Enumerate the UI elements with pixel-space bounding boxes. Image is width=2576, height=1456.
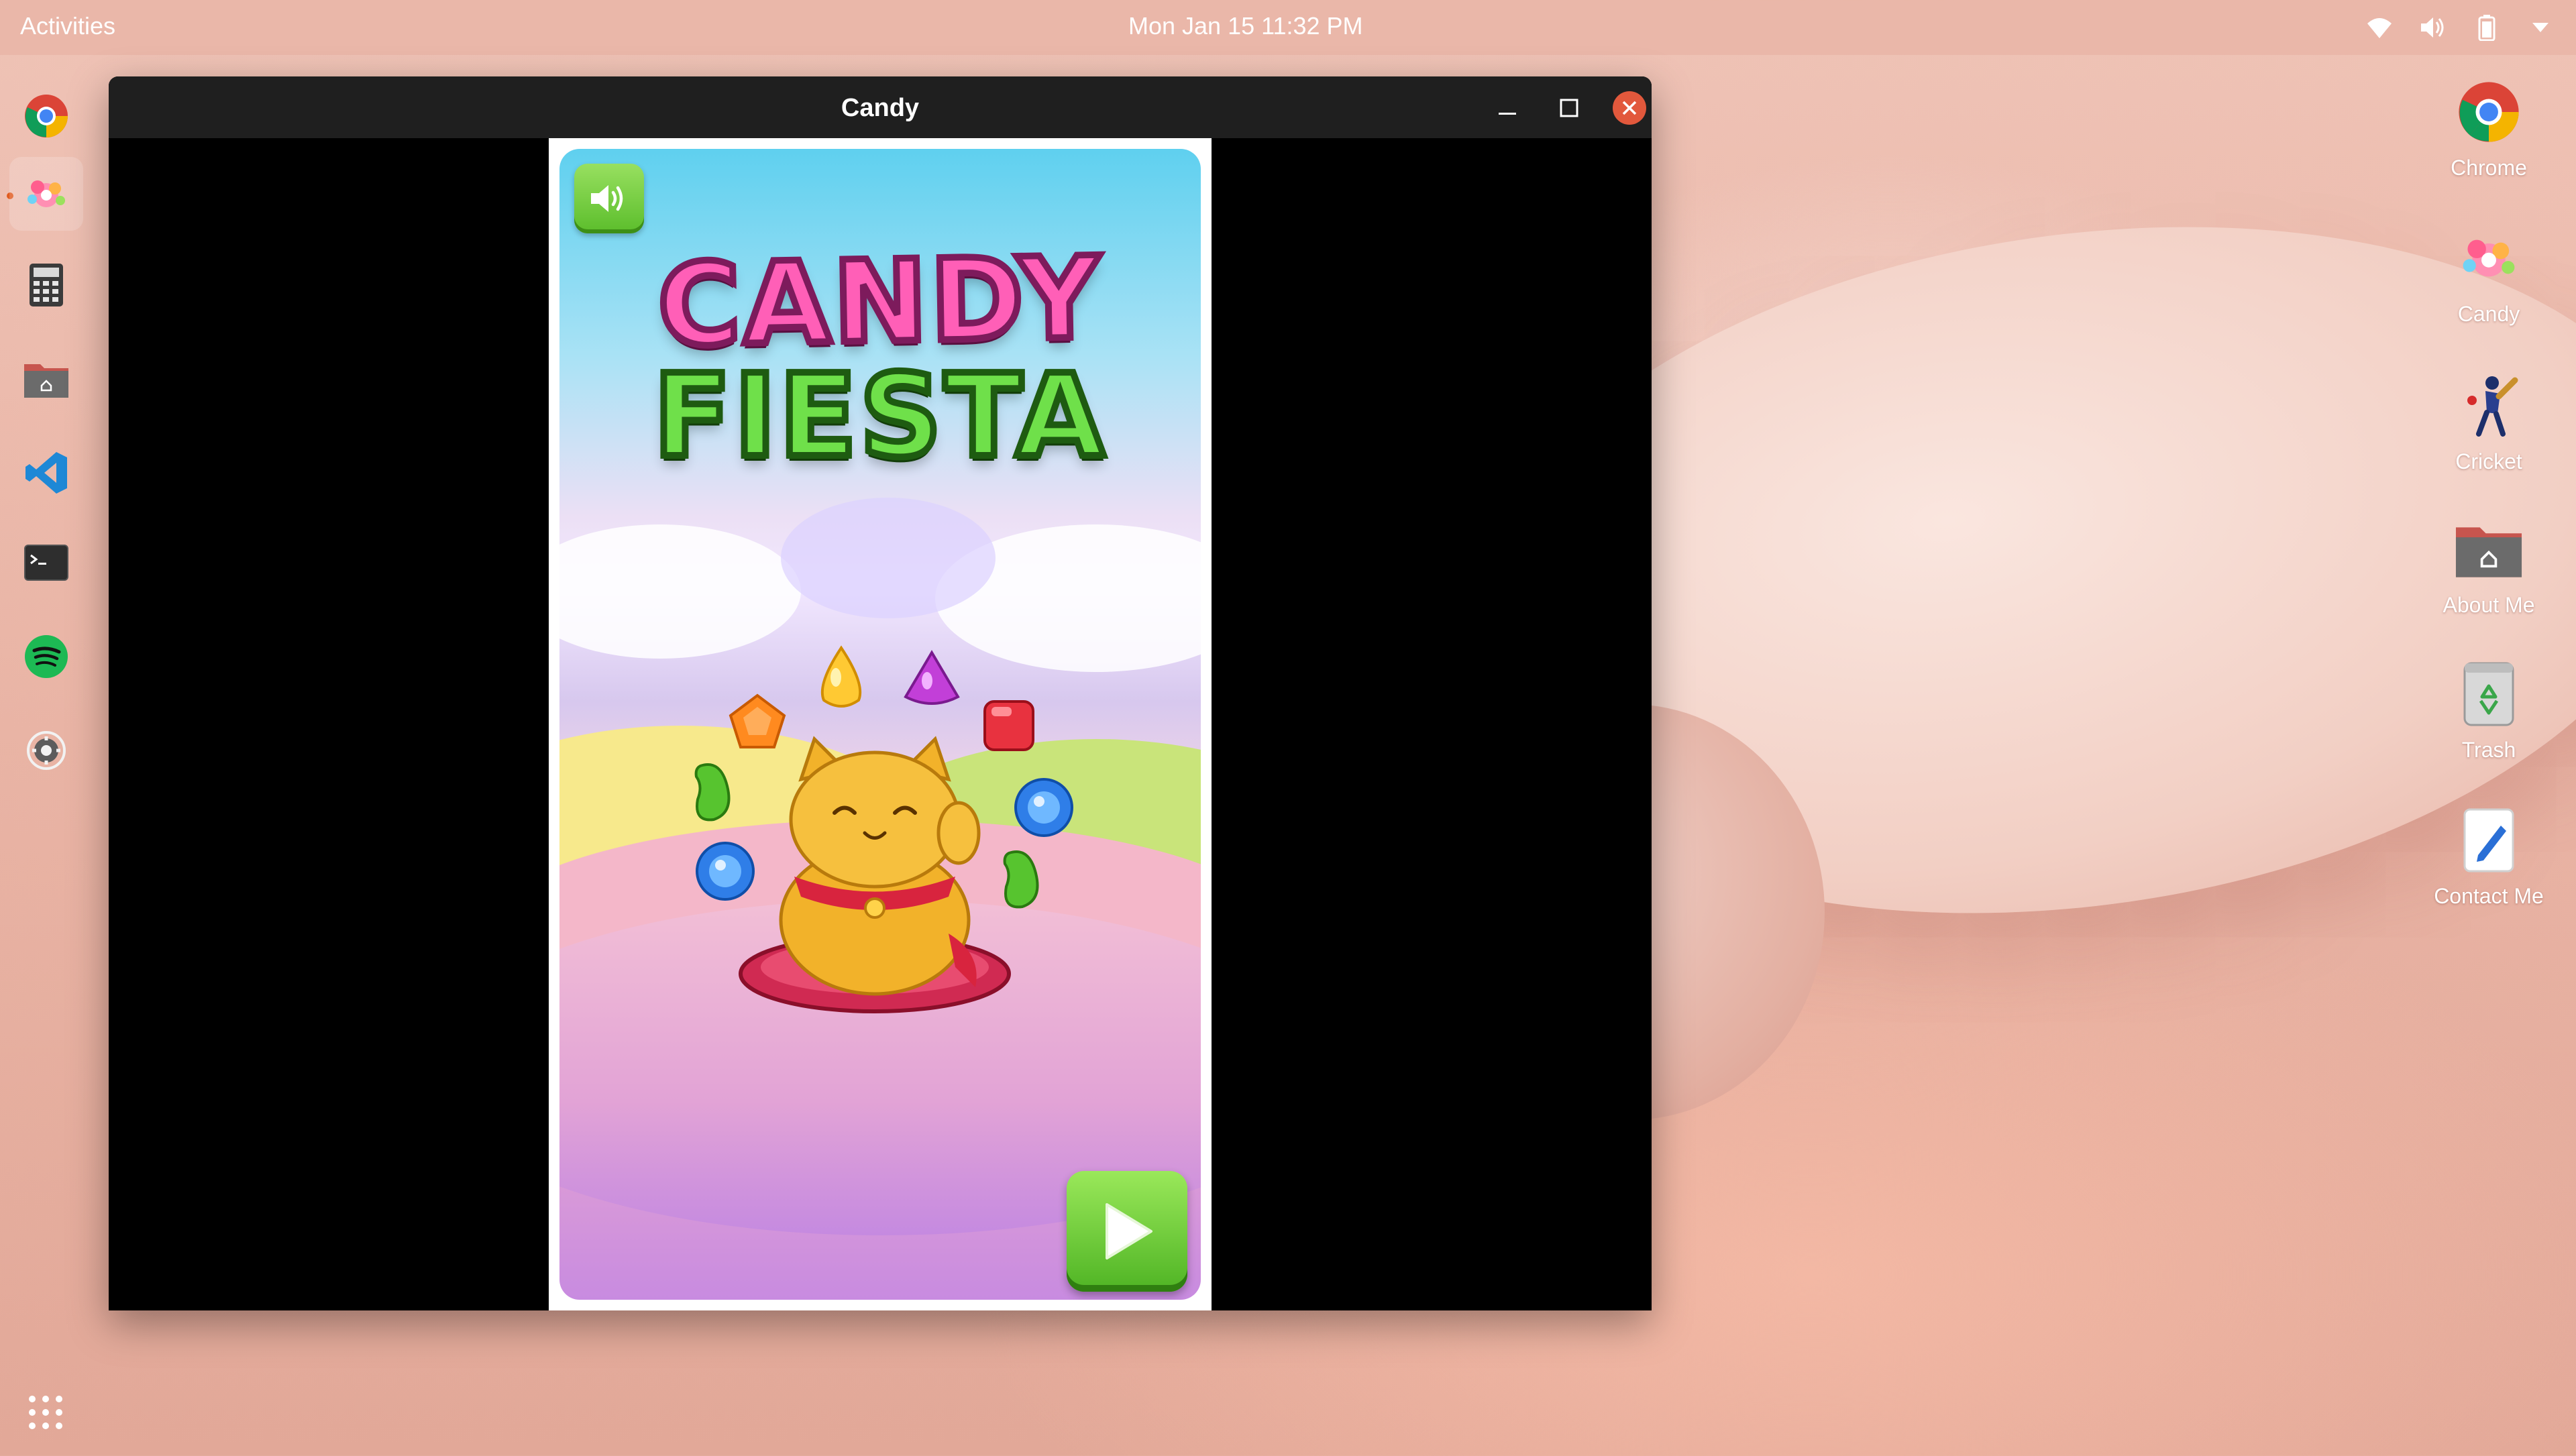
dock-terminal[interactable] [9, 526, 83, 600]
apps-grid-icon [29, 1396, 62, 1429]
window-title: Candy [841, 94, 920, 122]
cloud [559, 524, 801, 659]
chrome-icon [2459, 82, 2519, 142]
speaker-icon [591, 185, 623, 212]
cloud [781, 498, 996, 618]
close-button[interactable] [1613, 91, 1646, 125]
desktop-icon-label: Chrome [2451, 156, 2527, 180]
clock[interactable]: Mon Jan 15 11:32 PM [1128, 12, 1363, 40]
terminal-icon [24, 545, 68, 581]
text-editor-icon [2463, 808, 2514, 873]
yellow-candy-icon [820, 645, 862, 708]
activities-button[interactable]: Activities [20, 12, 115, 40]
desktop-icon-contact-me[interactable]: Contact Me [2428, 803, 2549, 909]
desktop-icon-label: Cricket [2455, 449, 2522, 473]
dock-vscode[interactable] [9, 436, 83, 510]
maximize-button[interactable] [1552, 91, 1586, 125]
home-folder-icon [24, 364, 68, 398]
spotify-icon [25, 635, 68, 678]
window-titlebar[interactable]: Candy [109, 76, 1652, 138]
top-bar: Activities Mon Jan 15 11:32 PM [0, 0, 2576, 55]
chevron-down-icon[interactable] [2525, 12, 2556, 43]
play-icon [1106, 1203, 1152, 1259]
vscode-icon [25, 452, 67, 494]
chrome-icon [25, 95, 68, 137]
trash-icon [2463, 662, 2514, 726]
minimize-button[interactable] [1491, 91, 1524, 125]
desktop-icon-cricket[interactable]: Cricket [2428, 369, 2549, 474]
game-canvas[interactable]: CANDY FIESTA [559, 149, 1201, 1300]
close-icon [1622, 101, 1637, 115]
logo-fiesta-text: FIESTA [650, 347, 1108, 486]
candy-icon [2463, 239, 2515, 277]
desktop-icon-label: About Me [2443, 593, 2535, 617]
desktop-icon-trash[interactable]: Trash [2428, 657, 2549, 763]
minimize-icon [1499, 113, 1516, 115]
wifi-icon[interactable] [2364, 12, 2395, 43]
dock-files[interactable] [9, 342, 83, 416]
battery-icon[interactable] [2471, 12, 2502, 43]
desktop-icon-label: Candy [2457, 302, 2520, 326]
sound-toggle-button[interactable] [574, 164, 644, 233]
show-applications-button[interactable] [25, 1392, 66, 1433]
desktop-icon-about-me[interactable]: About Me [2428, 512, 2549, 618]
candy-window: Candy CANDY FIESTA [109, 76, 1652, 1310]
dock-candy[interactable] [9, 157, 83, 231]
volume-icon[interactable] [2418, 12, 2449, 43]
dock-spotify[interactable] [9, 620, 83, 693]
dock-chrome[interactable] [9, 79, 83, 153]
game-frame: CANDY FIESTA [549, 138, 1212, 1310]
system-tray[interactable] [2364, 12, 2556, 43]
desktop-icon-label: Contact Me [2434, 884, 2544, 908]
desktop-icon-label: Trash [2461, 738, 2516, 762]
cricket-icon [2467, 376, 2518, 437]
dock [0, 55, 93, 1456]
dock-calculator[interactable] [9, 248, 83, 322]
candy-icon [28, 180, 65, 207]
home-folder-icon [2455, 527, 2522, 577]
lucky-cat-mascot [739, 736, 1011, 1013]
gear-icon [27, 731, 66, 770]
desktop-icon-chrome[interactable]: Chrome [2428, 75, 2549, 180]
desktop-icon-candy[interactable]: Candy [2428, 221, 2549, 327]
calculator-icon [30, 264, 63, 306]
dock-settings[interactable] [9, 714, 83, 787]
play-button[interactable] [1067, 1171, 1187, 1292]
maximize-icon [1560, 99, 1578, 117]
purple-candy-icon [904, 650, 960, 705]
